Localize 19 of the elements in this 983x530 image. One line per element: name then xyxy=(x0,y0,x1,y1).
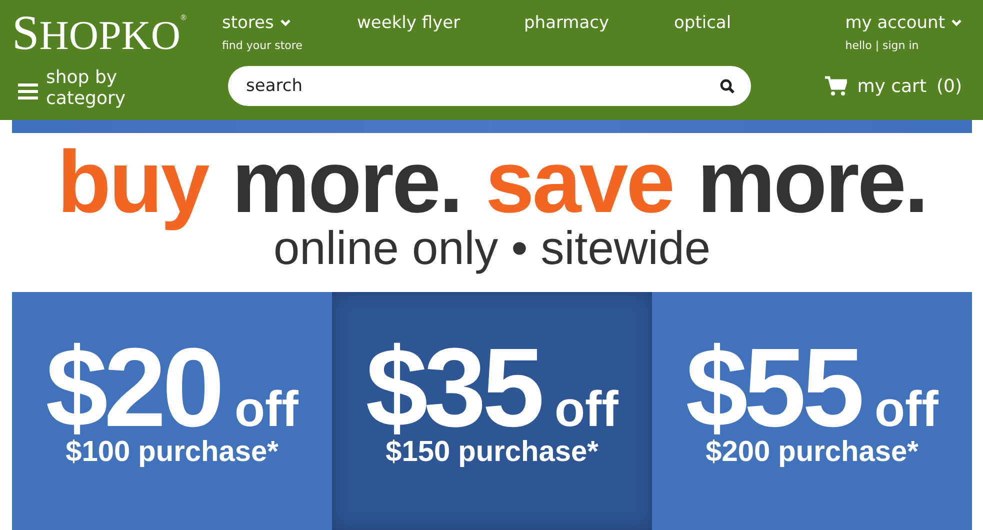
discount-label: off xyxy=(234,380,298,438)
chevron-down-icon xyxy=(951,19,962,27)
nav-link[interactable]: optical xyxy=(674,13,846,33)
store-finder-link[interactable]: find your store xyxy=(222,39,357,52)
search-icon[interactable] xyxy=(720,79,735,94)
shopko-logo[interactable]: SHOPKO$^{®}$ xyxy=(12,6,222,60)
nav-link[interactable]: pharmacy xyxy=(524,13,674,33)
cart-icon xyxy=(825,76,848,96)
nav-link[interactable]: weekly flyer xyxy=(357,13,524,33)
chevron-down-icon xyxy=(280,19,291,27)
nav-link[interactable]: stores xyxy=(222,13,357,33)
menu-icon[interactable] xyxy=(18,82,38,100)
discount-label: off xyxy=(874,380,938,438)
sign-in-link[interactable]: hello | sign in xyxy=(845,39,962,52)
discount-label: off xyxy=(554,380,618,438)
category-menu-link[interactable]: shop by category xyxy=(46,67,136,109)
cart-link[interactable]: my cart (0) xyxy=(825,76,962,96)
account-menu[interactable]: my account xyxy=(845,13,962,33)
search-field[interactable]: search xyxy=(228,66,751,106)
